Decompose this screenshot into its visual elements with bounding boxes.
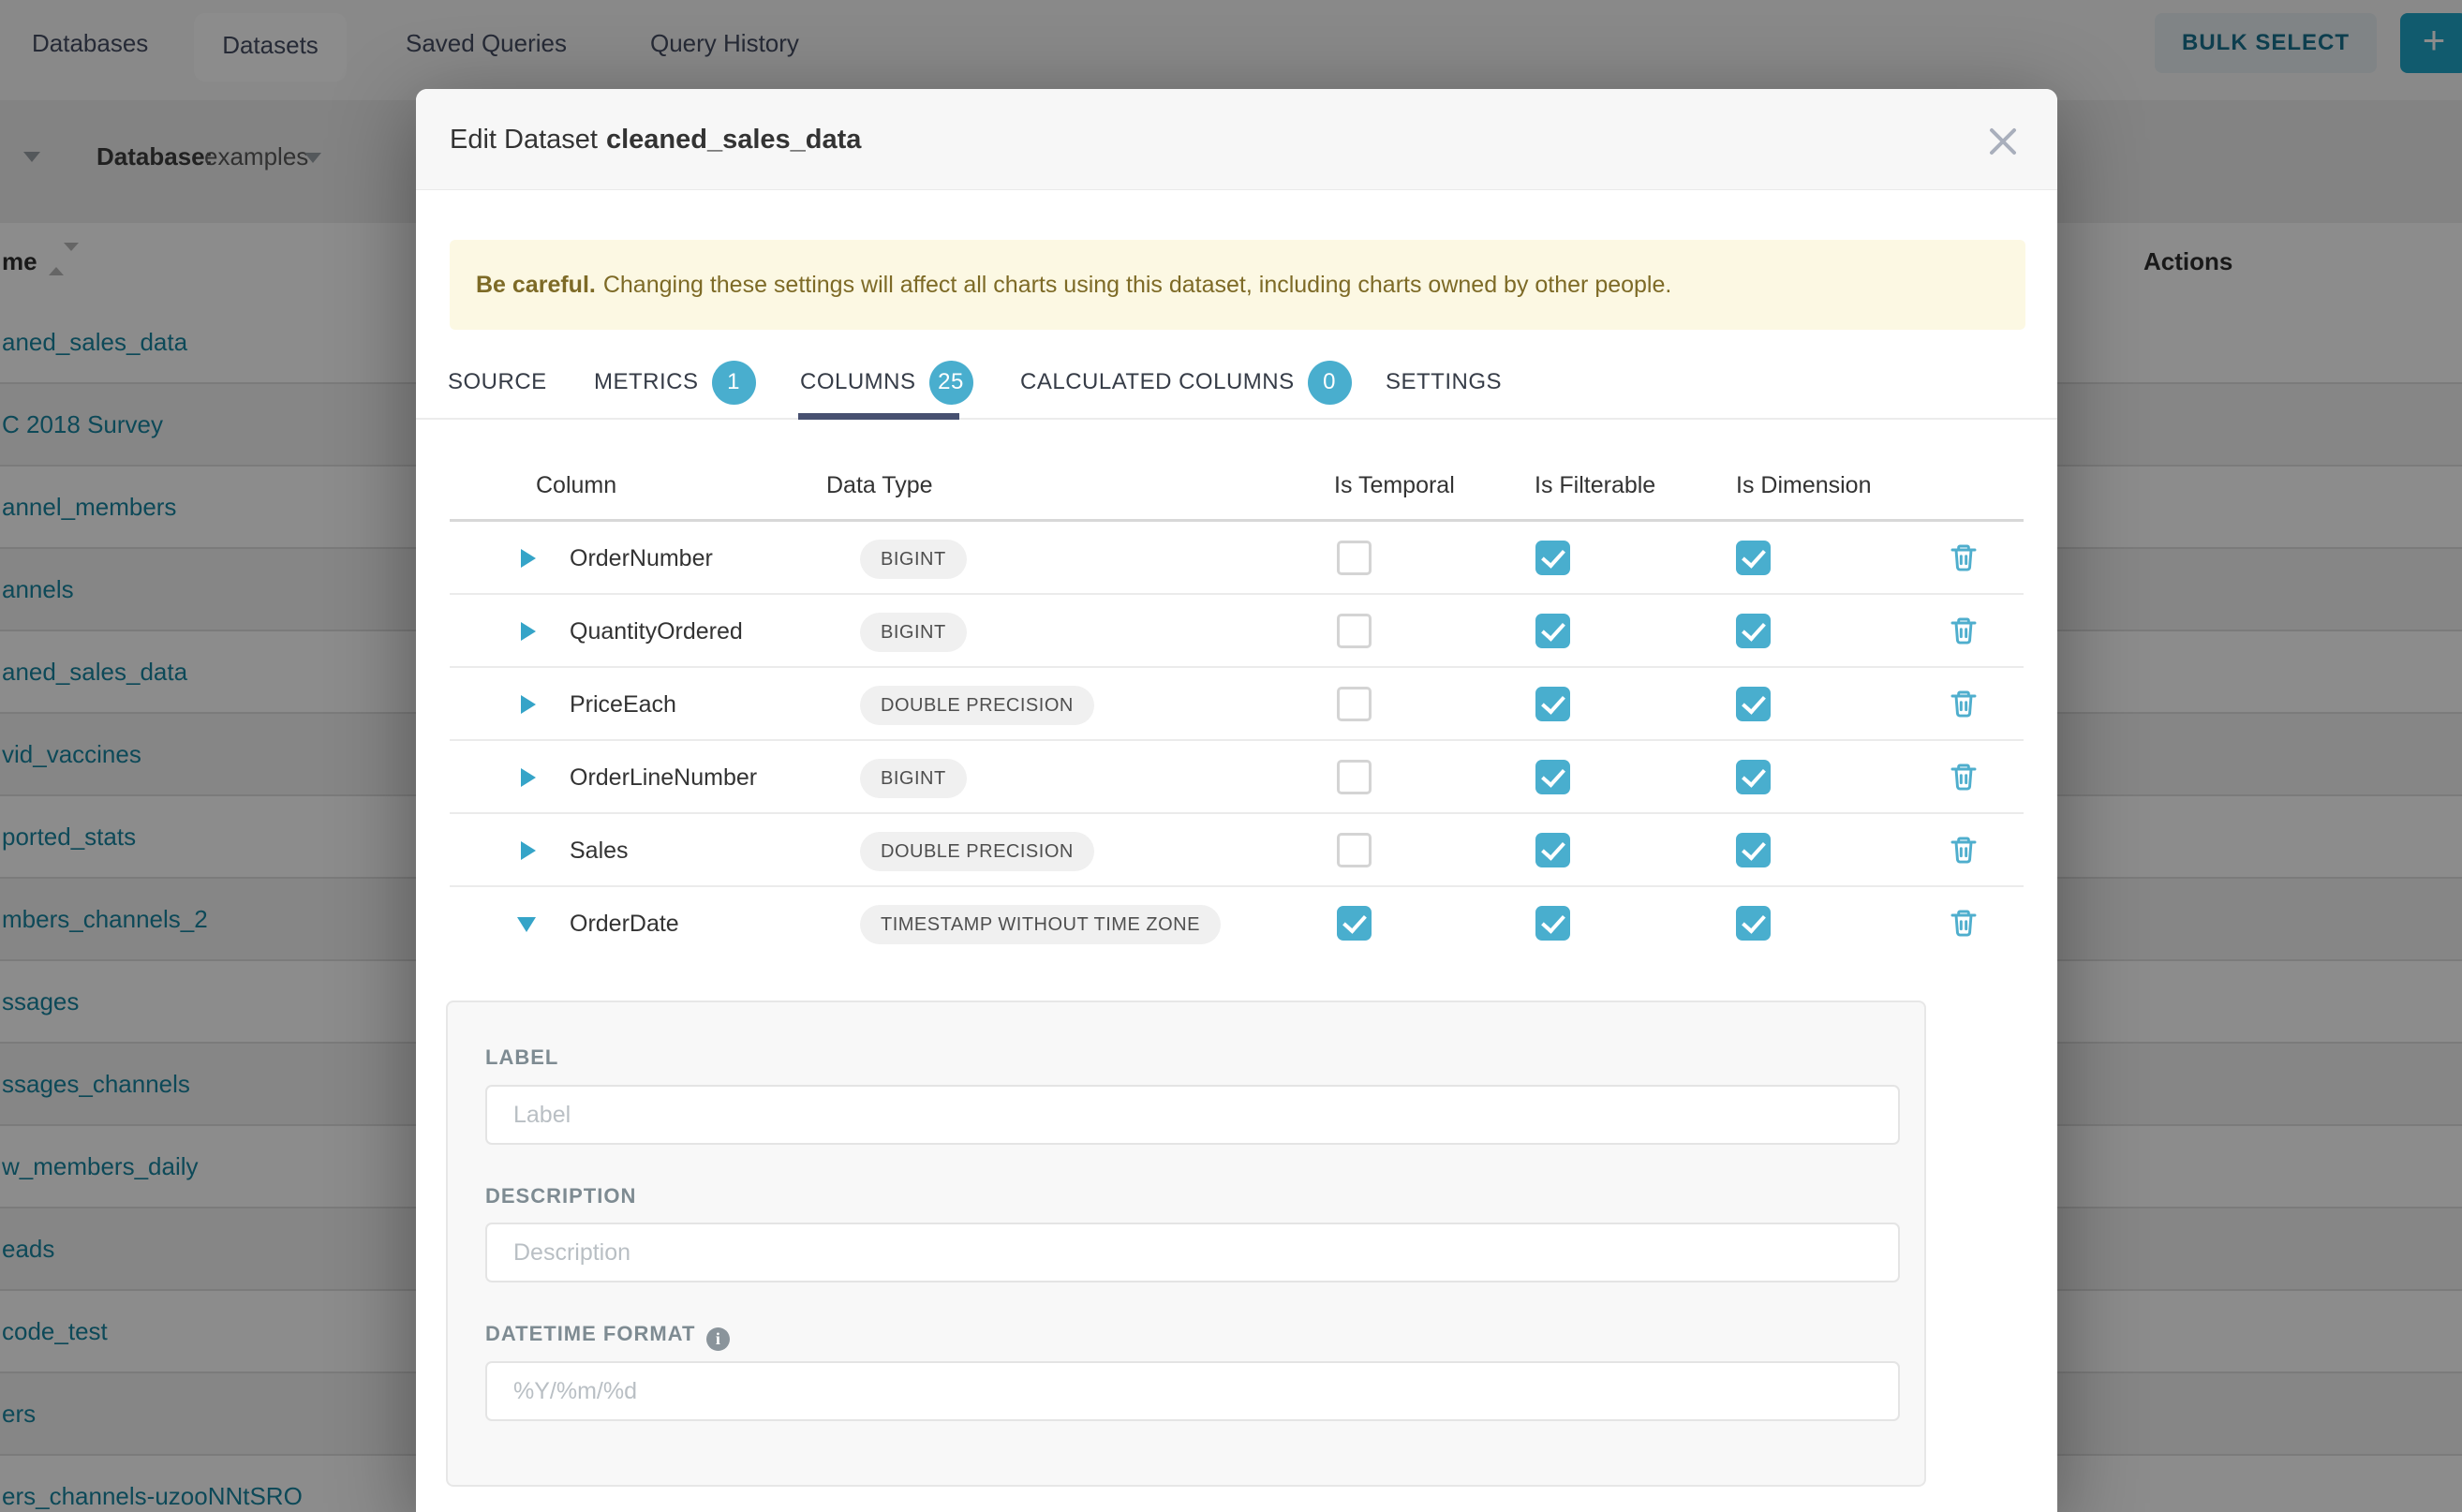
tab-label: COLUMNS [800,369,916,395]
is-temporal-checkbox-unchecked[interactable] [1337,614,1372,648]
column-row-quantityordered: QuantityOrdered BIGINT [450,595,2024,668]
trash-icon[interactable] [1949,615,1979,645]
columns-table-header: Column Data Type Is Temporal Is Filterable I… [450,450,2024,522]
trash-icon[interactable] [1949,689,1979,719]
is-dimension-checkbox-checked[interactable] [1736,687,1771,721]
column-row-sales: Sales DOUBLE PRECISION [450,814,2024,887]
datetime-format-input[interactable] [485,1361,1900,1421]
trash-icon[interactable] [1949,908,1979,938]
column-name: OrderLineNumber [570,741,757,814]
is-filterable-checkbox-checked[interactable] [1535,906,1570,941]
is-dimension-checkbox-checked[interactable] [1736,541,1771,575]
caret-right-icon[interactable] [521,549,536,568]
tab-label: SETTINGS [1386,369,1502,395]
modal-tabs: SOURCE METRICS 1 COLUMNS 25 CALCULATED COLUMN… [416,347,2057,420]
edit-dataset-modal: Edit Dataset cleaned_sales_data Be carefu… [416,89,2057,1512]
column-row-ordernumber: OrderNumber BIGINT [450,522,2024,595]
tab-label: SOURCE [448,369,547,395]
caret-down-icon[interactable] [517,917,536,932]
page: DatabasesDatasetsSaved QueriesQuery Hist… [0,0,2462,1512]
description-input[interactable] [485,1223,1900,1282]
is-temporal-checkbox-unchecked[interactable] [1337,760,1372,794]
tab-columns-active[interactable]: COLUMNS 25 [800,347,973,418]
tab-settings[interactable]: SETTINGS [1386,347,1502,418]
info-icon[interactable]: i [706,1327,730,1351]
modal-title-dataset-name: cleaned_sales_data [606,125,861,155]
data-type-pill: BIGINT [860,540,967,579]
warning-banner: Be careful. Changing these settings will … [450,240,2025,330]
tab-count-badge: 25 [929,361,973,405]
data-type-pill: DOUBLE PRECISION [860,832,1094,871]
trash-icon[interactable] [1949,542,1979,572]
warning-banner-text: Changing these settings will affect all … [603,272,1672,298]
caret-right-icon[interactable] [521,768,536,787]
warning-banner-bold: Be careful. [476,272,596,298]
column-detail-panel: LABEL DESCRIPTION DATETIME FORMAT i [446,1001,1926,1487]
is-filterable-checkbox-checked[interactable] [1535,833,1570,867]
tab-label: CALCULATED COLUMNS [1020,369,1295,395]
is-dimension-checkbox-checked[interactable] [1736,614,1771,648]
column-name: QuantityOrdered [570,595,743,668]
data-type-pill: BIGINT [860,613,967,652]
caret-right-icon[interactable] [521,695,536,714]
tab-metrics[interactable]: METRICS 1 [594,347,756,418]
column-row-priceeach: PriceEach DOUBLE PRECISION [450,668,2024,741]
column-header-column: Column [536,472,616,499]
datetime-format-field-label: DATETIME FORMAT i [485,1322,730,1351]
data-type-pill: BIGINT [860,759,967,798]
column-header-is-dimension: Is Dimension [1736,472,1872,499]
modal-header: Edit Dataset cleaned_sales_data [416,89,2057,190]
column-row-orderdate: OrderDate TIMESTAMP WITHOUT TIME ZONE [450,887,2024,960]
modal-title: Edit Dataset cleaned_sales_data [450,89,861,190]
column-header-is-temporal: Is Temporal [1334,472,1455,499]
is-temporal-checkbox-unchecked[interactable] [1337,687,1372,721]
column-row-orderlinenumber: OrderLineNumber BIGINT [450,741,2024,814]
is-dimension-checkbox-checked[interactable] [1736,906,1771,941]
datetime-format-label-text: DATETIME FORMAT [485,1322,695,1345]
label-input[interactable] [485,1085,1900,1145]
tab-source[interactable]: SOURCE [448,347,547,418]
columns-table-rows: OrderNumber BIGINT QuantityOrdered BIGINT Pr… [450,522,2024,960]
label-field-label: LABEL [485,1045,558,1070]
caret-right-icon[interactable] [521,622,536,641]
trash-icon[interactable] [1949,762,1979,792]
tab-count-badge: 0 [1308,361,1352,405]
is-temporal-checkbox-unchecked[interactable] [1337,833,1372,867]
is-dimension-checkbox-checked[interactable] [1736,833,1771,867]
column-header-data-type: Data Type [826,472,933,499]
data-type-pill: DOUBLE PRECISION [860,686,1094,725]
tab-calculated-columns[interactable]: CALCULATED COLUMNS 0 [1020,347,1352,418]
is-dimension-checkbox-checked[interactable] [1736,760,1771,794]
modal-title-prefix: Edit Dataset [450,125,598,155]
is-filterable-checkbox-checked[interactable] [1535,760,1570,794]
description-field-label: DESCRIPTION [485,1184,636,1208]
column-name: OrderNumber [570,522,713,595]
is-filterable-checkbox-checked[interactable] [1535,541,1570,575]
tab-label: METRICS [594,369,699,395]
column-name: PriceEach [570,668,676,741]
column-header-is-filterable: Is Filterable [1535,472,1655,499]
is-filterable-checkbox-checked[interactable] [1535,687,1570,721]
columns-table: Column Data Type Is Temporal Is Filterable I… [450,450,2024,960]
column-name: Sales [570,814,629,887]
column-name: OrderDate [570,887,679,960]
data-type-pill: TIMESTAMP WITHOUT TIME ZONE [860,905,1221,944]
is-filterable-checkbox-checked[interactable] [1535,614,1570,648]
is-temporal-checkbox-checked[interactable] [1337,906,1372,941]
trash-icon[interactable] [1949,835,1979,865]
close-icon[interactable] [1982,121,2024,162]
caret-right-icon[interactable] [521,841,536,860]
tab-count-badge: 1 [712,361,756,405]
is-temporal-checkbox-unchecked[interactable] [1337,541,1372,575]
